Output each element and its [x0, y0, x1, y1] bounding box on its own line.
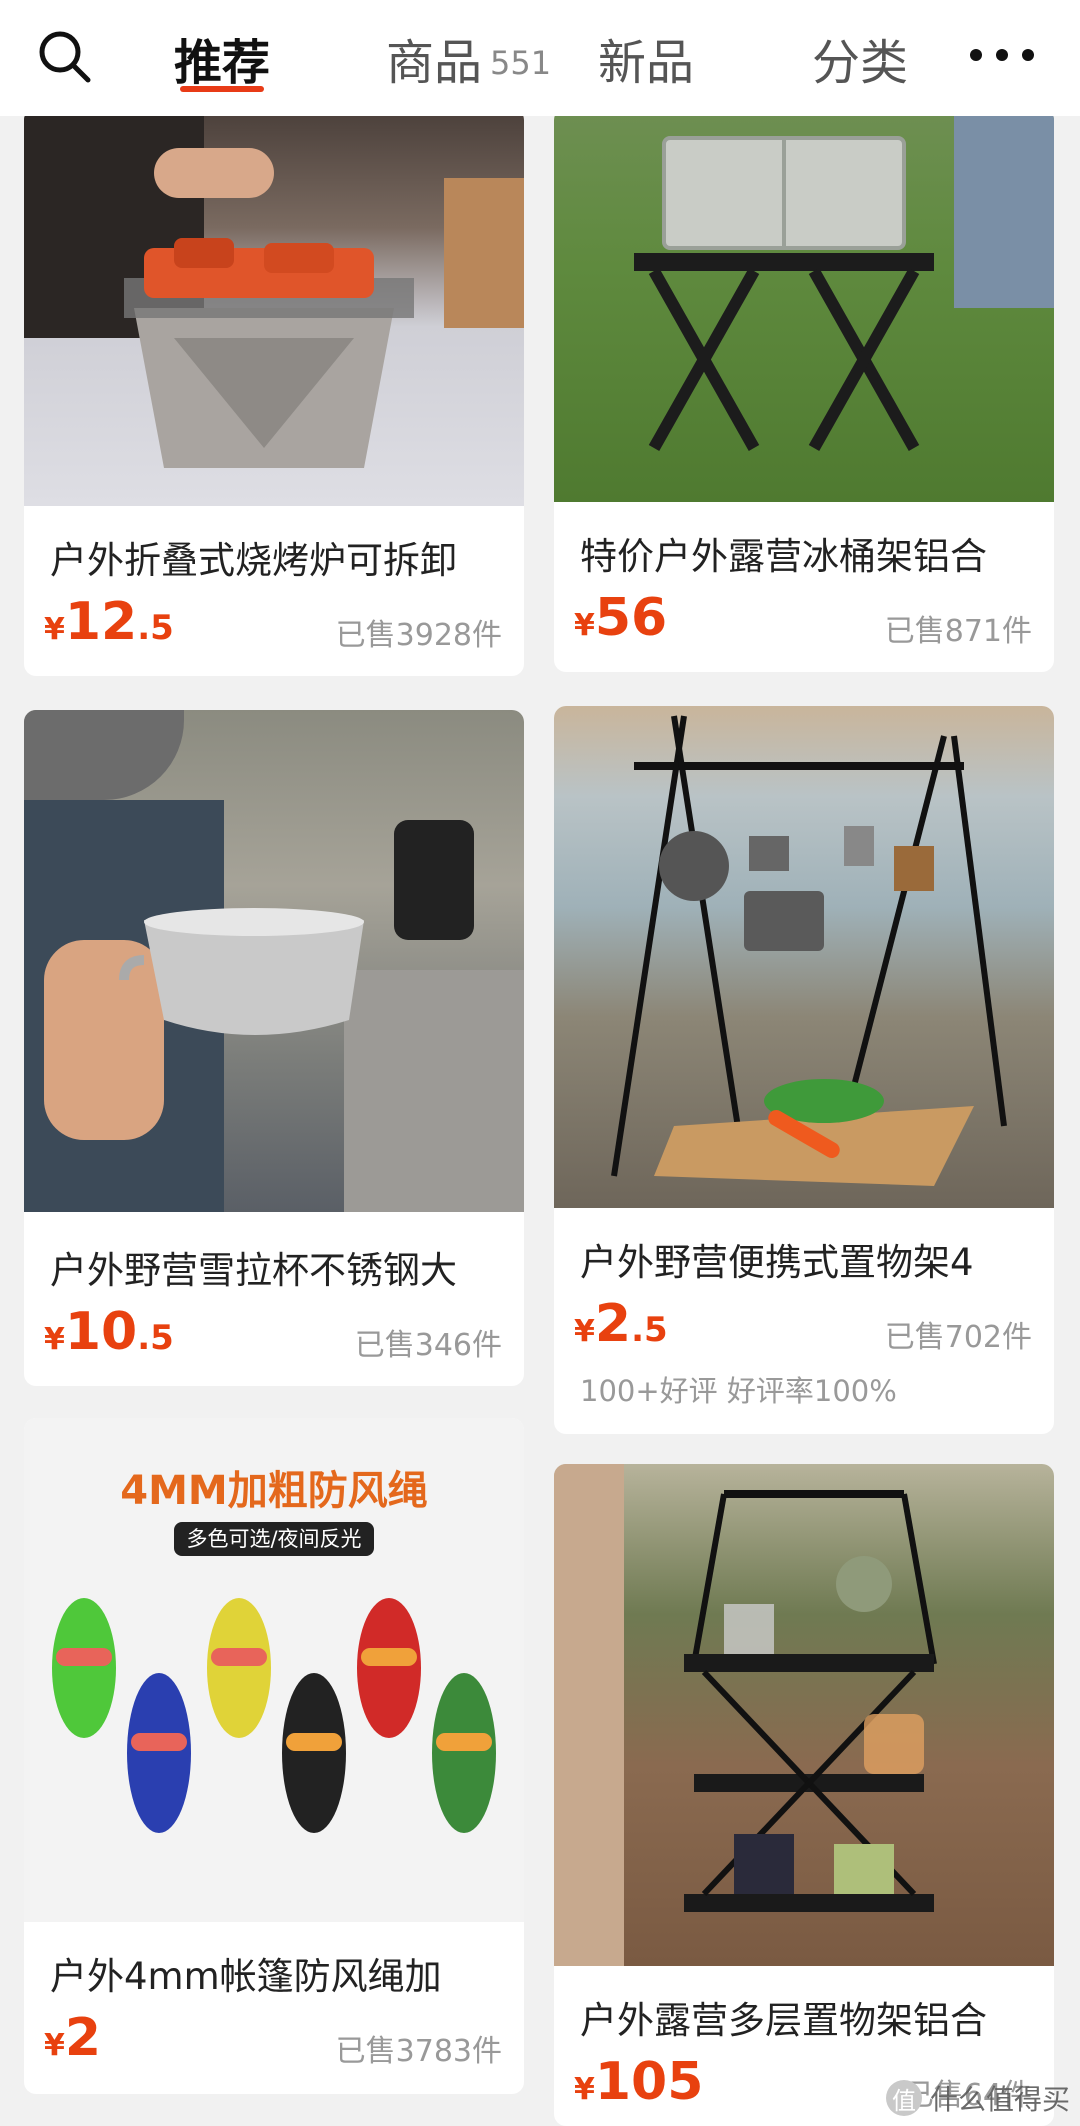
product-title: 特价户外露营冰桶架铝合: [580, 535, 987, 578]
product-image[interactable]: [554, 108, 1054, 502]
product-title: 户外折叠式烧烤炉可拆卸: [50, 539, 457, 582]
tab-products[interactable]: 商品 551: [386, 0, 551, 116]
rating-summary: 100+好评 好评率100%: [580, 1374, 897, 1408]
tab-count: 551: [490, 44, 552, 82]
product-card[interactable]: 特价户外露营冰桶架铝合 ¥56 已售871件: [554, 108, 1054, 672]
sold-count: 已售346件: [354, 1328, 502, 1363]
site-watermark: 值 什么值得买: [885, 2078, 1070, 2118]
product-title: 户外野营雪拉杯不锈钢大: [50, 1249, 457, 1292]
tab-label: 新品: [598, 35, 695, 91]
product-price: ¥2: [44, 2008, 102, 2068]
product-price: ¥105: [574, 2052, 704, 2112]
watermark-text: 什么值得买: [929, 2083, 1070, 2116]
tab-label: 分类: [812, 35, 909, 91]
product-price: ¥2.5: [574, 1294, 668, 1354]
tab-new[interactable]: 新品: [598, 0, 694, 116]
tab-label: 推荐: [174, 35, 271, 91]
top-tab-bar: 推荐 商品 551 新品 分类: [0, 0, 1080, 116]
product-card[interactable]: 户外露营多层置物架铝合 ¥105 已售64件: [554, 1464, 1054, 2126]
sold-count: 已售3783件: [335, 2034, 502, 2069]
search-icon[interactable]: [34, 26, 94, 86]
watermark-logo-icon: 值: [885, 2080, 922, 2116]
sold-count: 已售3928件: [335, 618, 502, 653]
product-title: 户外野营便携式置物架4: [580, 1241, 974, 1284]
product-image[interactable]: [24, 108, 524, 506]
tab-label: 商品: [386, 35, 483, 91]
product-price: ¥12.5: [44, 592, 174, 652]
product-image[interactable]: 4MM加粗防风绳 多色可选/夜间反光: [24, 1418, 524, 1922]
product-image[interactable]: [554, 1464, 1054, 1966]
product-price: ¥56: [574, 588, 668, 648]
sold-count: 已售702件: [884, 1320, 1032, 1355]
product-title: 户外露营多层置物架铝合: [580, 1999, 987, 2042]
active-tab-indicator: [180, 86, 264, 92]
banner-subtitle: 多色可选/夜间反光: [174, 1522, 374, 1556]
product-card[interactable]: 4MM加粗防风绳 多色可选/夜间反光 户外4mm帐篷防风绳加 ¥2 已售3783…: [24, 1418, 524, 2094]
banner-title: 4MM加粗防风绳: [120, 1468, 428, 1514]
product-image[interactable]: [554, 706, 1054, 1208]
product-price: ¥10.5: [44, 1302, 174, 1362]
product-card[interactable]: 户外野营雪拉杯不锈钢大 ¥10.5 已售346件: [24, 710, 524, 1386]
product-card[interactable]: 户外折叠式烧烤炉可拆卸 ¥12.5 已售3928件: [24, 108, 524, 676]
product-card[interactable]: 户外野营便携式置物架4 ¥2.5 已售702件 100+好评 好评率100%: [554, 706, 1054, 1434]
tab-category[interactable]: 分类: [812, 0, 908, 116]
tab-recommend[interactable]: 推荐: [174, 0, 270, 116]
more-dots-icon[interactable]: [970, 40, 1034, 70]
sold-count: 已售871件: [884, 614, 1032, 649]
product-title: 户外4mm帐篷防风绳加: [50, 1955, 442, 1998]
product-image[interactable]: [24, 710, 524, 1212]
